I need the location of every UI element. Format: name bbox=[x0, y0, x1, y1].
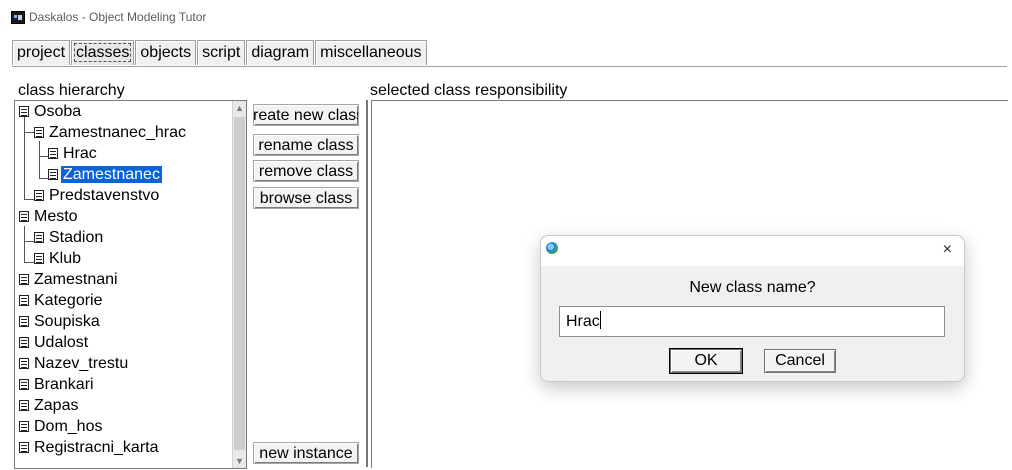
class-icon bbox=[19, 358, 29, 369]
text-caret bbox=[599, 311, 601, 329]
globe-icon bbox=[546, 242, 558, 254]
tree-node[interactable]: Stadion bbox=[34, 227, 103, 248]
app-icon bbox=[11, 11, 25, 24]
new-class-dialog: × New class name? Hrac OK Cancel bbox=[540, 235, 965, 382]
class-icon bbox=[48, 169, 58, 180]
tab-diagram[interactable]: diagram bbox=[246, 40, 315, 65]
scroll-up-icon[interactable]: ▲ bbox=[233, 101, 246, 115]
tab-miscellaneous[interactable]: miscellaneous bbox=[315, 40, 427, 65]
remove-class-button[interactable]: remove class bbox=[253, 160, 359, 182]
tree-node-label: Dom_hos bbox=[34, 418, 103, 435]
class-hierarchy-label: class hierarchy bbox=[18, 82, 125, 99]
tree-node[interactable]: Zamestnani bbox=[19, 269, 118, 290]
tree-node[interactable]: Dom_hos bbox=[19, 416, 102, 437]
window-title: Daskalos - Object Modeling Tutor bbox=[29, 10, 207, 24]
tree-node[interactable]: Registracni_karta bbox=[19, 437, 159, 458]
class-icon bbox=[19, 379, 29, 390]
tree-node-label: Kategorie bbox=[34, 292, 103, 309]
rename-class-button[interactable]: rename class bbox=[253, 134, 359, 156]
tree-node[interactable]: Kategorie bbox=[19, 290, 103, 311]
tree-node-label: Mesto bbox=[34, 208, 78, 225]
dialog-title-bar: × bbox=[541, 236, 964, 266]
tree-node-label: Osoba bbox=[34, 103, 82, 120]
tree-node[interactable]: Zamestnanec bbox=[48, 164, 162, 185]
tree-node-label: Udalost bbox=[34, 334, 89, 351]
cancel-button[interactable]: Cancel bbox=[764, 349, 836, 373]
tab-bar: project classes objects script diagram m… bbox=[12, 40, 428, 66]
tree-node-label: Brankari bbox=[34, 376, 94, 393]
class-icon bbox=[19, 295, 29, 306]
class-icon bbox=[19, 442, 29, 453]
class-hierarchy-tree[interactable]: Osoba Zamestnanec_hrac Hrac Zamestnanec Pred… bbox=[14, 100, 247, 469]
class-icon bbox=[34, 232, 44, 243]
tree-node[interactable]: Nazev_trestu bbox=[19, 353, 128, 374]
tree-node-label: Zapas bbox=[34, 397, 79, 414]
class-icon bbox=[19, 400, 29, 411]
class-icon bbox=[34, 190, 44, 201]
responsibility-label: selected class responsibility bbox=[370, 82, 568, 99]
class-icon bbox=[19, 106, 29, 117]
tree-node-label: Zamestnani bbox=[34, 271, 118, 288]
dialog-prompt: New class name? bbox=[689, 279, 816, 296]
title-bar: Daskalos - Object Modeling Tutor bbox=[0, 0, 1012, 34]
tab-script[interactable]: script bbox=[197, 40, 246, 65]
new-instance-button[interactable]: new instance bbox=[253, 442, 359, 464]
browse-class-button[interactable]: browse class bbox=[253, 187, 359, 209]
class-icon bbox=[34, 253, 44, 264]
class-icon bbox=[19, 421, 29, 432]
class-icon bbox=[19, 211, 29, 222]
class-icon bbox=[48, 148, 58, 159]
tree-node[interactable]: Mesto bbox=[19, 206, 78, 227]
panel-splitter[interactable] bbox=[366, 100, 368, 467]
create-class-button[interactable]: create new class bbox=[253, 104, 359, 126]
scroll-down-icon[interactable]: ▼ bbox=[233, 454, 246, 468]
tree-node-label: Zamestnanec bbox=[61, 166, 162, 183]
tree-node[interactable]: Udalost bbox=[19, 332, 88, 353]
tree-node[interactable]: Hrac bbox=[48, 143, 97, 164]
tree-node-label: Soupiska bbox=[34, 313, 100, 330]
class-name-value: Hrac bbox=[566, 313, 600, 330]
tree-node[interactable]: Osoba bbox=[19, 101, 81, 122]
tree-node-label: Predstavenstvo bbox=[49, 187, 160, 204]
tree-scrollbar[interactable]: ▲ ▼ bbox=[232, 101, 246, 468]
tree-node-label: Zamestnanec_hrac bbox=[49, 124, 186, 141]
tree-node-list: Osoba Zamestnanec_hrac Hrac Zamestnanec Pred… bbox=[15, 101, 233, 468]
close-icon[interactable]: × bbox=[943, 241, 952, 259]
tree-node[interactable]: Brankari bbox=[19, 374, 94, 395]
tab-divider bbox=[12, 66, 1007, 67]
class-icon bbox=[19, 274, 29, 285]
tab-project[interactable]: project bbox=[12, 40, 71, 65]
scrollbar-thumb[interactable] bbox=[234, 117, 245, 450]
class-icon bbox=[19, 337, 29, 348]
tree-node[interactable]: Soupiska bbox=[19, 311, 100, 332]
tree-node-label: Stadion bbox=[49, 229, 104, 246]
tree-node[interactable]: Zapas bbox=[19, 395, 78, 416]
tree-node[interactable]: Zamestnanec_hrac bbox=[34, 122, 186, 143]
class-icon bbox=[19, 316, 29, 327]
tab-classes[interactable]: classes bbox=[71, 40, 135, 65]
tree-node-label: Klub bbox=[49, 250, 82, 267]
ok-button[interactable]: OK bbox=[669, 348, 743, 374]
tab-objects[interactable]: objects bbox=[135, 40, 197, 65]
class-icon bbox=[34, 127, 44, 138]
tree-node-label: Registracni_karta bbox=[34, 439, 159, 456]
class-name-input[interactable]: Hrac bbox=[559, 306, 945, 337]
tree-node-label: Hrac bbox=[63, 145, 97, 162]
tree-node-label: Nazev_trestu bbox=[34, 355, 129, 372]
tree-node[interactable]: Predstavenstvo bbox=[34, 185, 159, 206]
tree-node[interactable]: Klub bbox=[34, 248, 81, 269]
